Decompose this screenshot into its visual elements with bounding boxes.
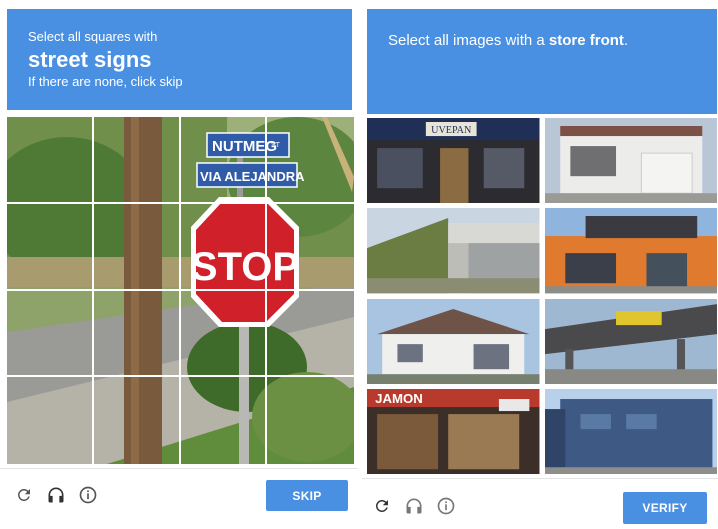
headphones-icon[interactable] [404, 496, 424, 516]
skip-button[interactable]: SKIP [266, 480, 348, 511]
grid-cell[interactable] [267, 377, 354, 464]
image-tile[interactable] [367, 298, 540, 384]
grid-cell[interactable] [7, 377, 94, 464]
captcha-footer: VERIFY [362, 478, 718, 529]
image-tile[interactable] [544, 388, 717, 474]
grid-cell[interactable] [180, 203, 268, 291]
footer-icon-group [372, 496, 456, 516]
image-tile[interactable]: UVEPAN [367, 118, 540, 204]
challenge-image: NUTMEG ST VIA ALEJANDRA STOP [7, 117, 354, 464]
info-icon[interactable] [78, 485, 98, 505]
challenge-header: Select all images with a store front. [367, 9, 717, 114]
instruction-text: Select all images with a store front. [388, 32, 717, 50]
grid-cell[interactable] [267, 117, 354, 204]
selection-grid [7, 117, 354, 464]
footer-icon-group [14, 485, 98, 505]
grid-cell[interactable] [180, 117, 268, 204]
verify-button[interactable]: VERIFY [623, 492, 707, 524]
grid-cell[interactable] [7, 117, 94, 204]
grid-cell[interactable] [267, 291, 354, 378]
image-tile[interactable] [544, 118, 717, 204]
captcha-footer: SKIP [0, 468, 358, 527]
instruction-prefix: Select all images with a [388, 32, 549, 49]
instruction-text: Select all squares with [28, 29, 158, 44]
store-sign-text: UVEPAN [431, 125, 472, 136]
captcha-street-signs: Select all squares with street signs If … [0, 0, 358, 528]
store-sign-text: JAMON [375, 391, 423, 406]
grid-cell[interactable] [93, 117, 181, 204]
grid-cell[interactable] [267, 204, 354, 291]
info-icon[interactable] [436, 496, 456, 516]
grid-cell[interactable] [180, 290, 268, 378]
grid-cell[interactable] [181, 377, 268, 464]
grid-cell[interactable] [7, 290, 94, 378]
challenge-header: Select all squares with street signs If … [7, 9, 352, 110]
grid-cell[interactable] [7, 203, 94, 291]
target-object: store front [548, 32, 624, 49]
headphones-icon[interactable] [46, 485, 66, 505]
hint-text: If there are none, click skip [28, 74, 183, 89]
grid-cell[interactable] [93, 203, 181, 291]
image-tile[interactable]: JAMON [367, 388, 540, 474]
instruction-suffix: . [623, 32, 629, 49]
image-tiles: UVEPAN JAMON [367, 118, 717, 474]
captcha-store-front: Select all images with a store front. UV… [362, 0, 718, 528]
target-object: street signs [28, 47, 152, 72]
image-tile[interactable] [367, 208, 540, 294]
reload-icon[interactable] [14, 485, 34, 505]
grid-cell[interactable] [94, 377, 181, 464]
reload-icon[interactable] [372, 496, 392, 516]
image-tile[interactable] [544, 208, 717, 294]
image-tile[interactable] [544, 298, 717, 384]
grid-cell[interactable] [93, 290, 181, 378]
